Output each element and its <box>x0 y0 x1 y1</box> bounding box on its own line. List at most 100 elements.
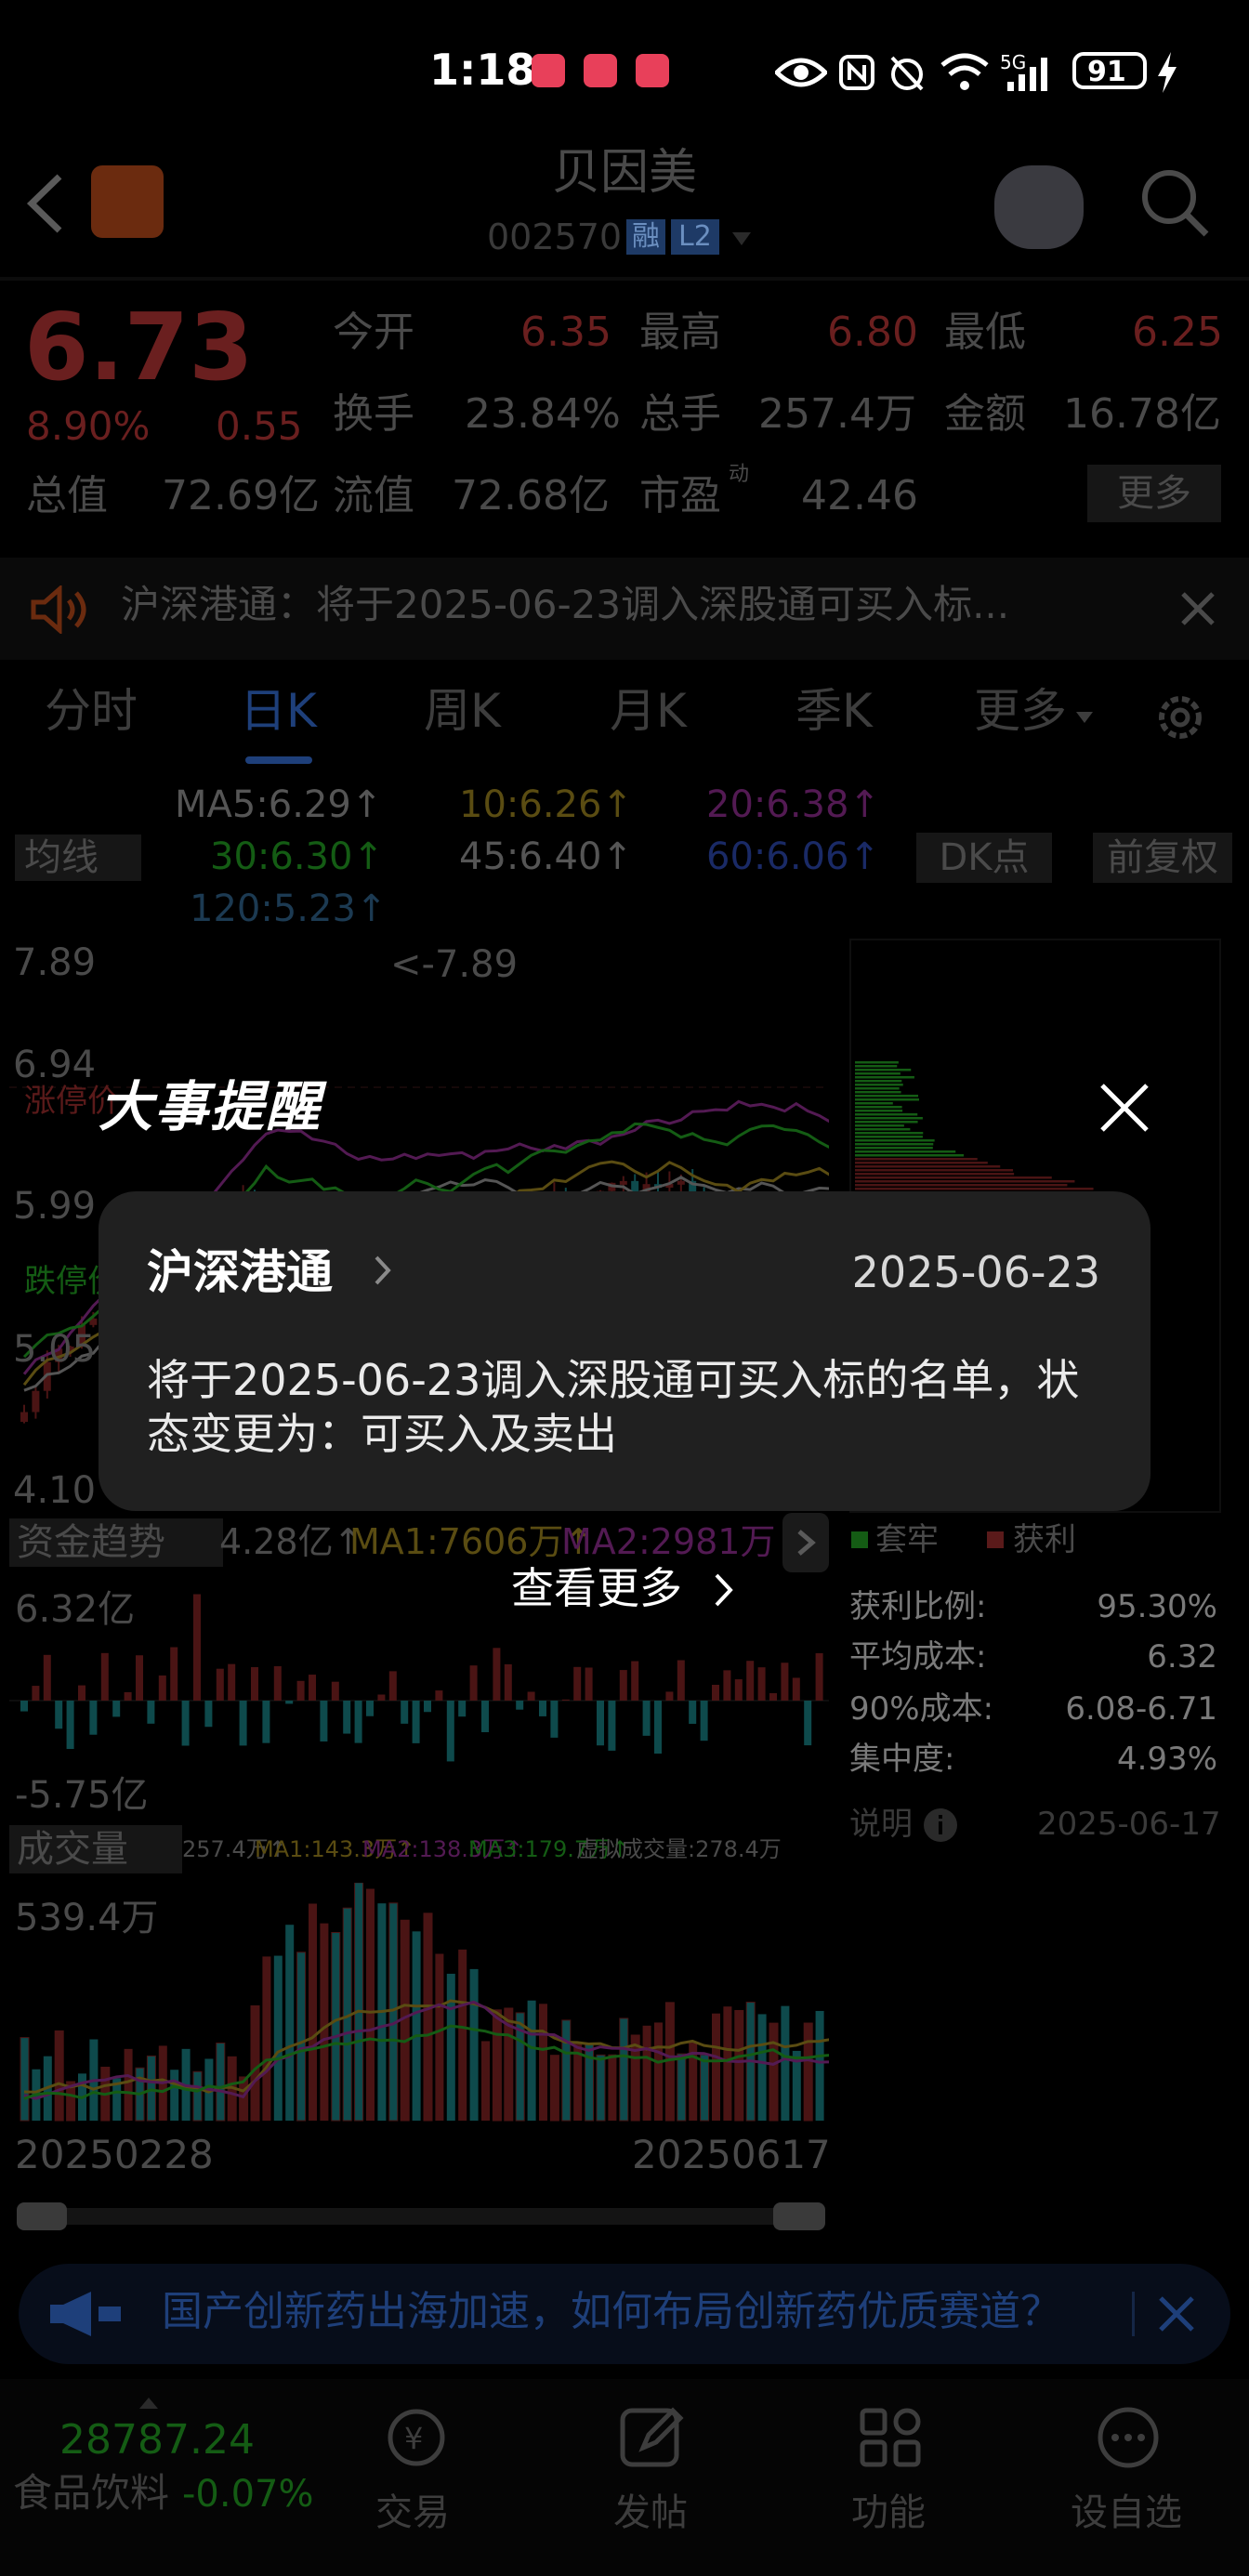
float-label: 流值 <box>333 472 414 519</box>
volume-value: 257.4万 <box>758 390 916 438</box>
ma10-value: 10:6.26↑ <box>459 783 633 826</box>
nav-trade[interactable]: 交易 <box>375 2494 450 2531</box>
nav-watchlist[interactable]: 设自选 <box>1071 2494 1182 2531</box>
volume-bar <box>561 2019 572 2122</box>
chip-row: 获利比例: 95.30% <box>849 1591 1217 1623</box>
fund-bar <box>619 1670 627 1701</box>
chevron-right-icon <box>375 1255 391 1285</box>
pe-value: 42.46 <box>801 472 918 519</box>
chevron-down-icon <box>1076 712 1093 723</box>
high-label: 最高 <box>639 309 721 356</box>
fund-bar <box>193 1594 201 1701</box>
chip-bar <box>855 1162 988 1164</box>
notice-bar[interactable]: 沪深港通：将于2025-06-23调入深股通可买入标... <box>0 558 1249 660</box>
nav-functions[interactable]: 功能 <box>851 2494 926 2531</box>
fund-selector[interactable]: 资金趋势 <box>9 1518 223 1567</box>
tab-weekly[interactable]: 周K <box>424 688 501 734</box>
volume-bar <box>481 2041 490 2121</box>
range-handle-left[interactable] <box>17 2202 67 2230</box>
range-scrollbar[interactable] <box>17 2202 825 2230</box>
tab-daily[interactable]: 日K <box>240 688 317 734</box>
chip-bar <box>855 1136 923 1138</box>
chip-bar <box>855 1180 1075 1183</box>
fuquan-button[interactable]: 前复权 <box>1093 833 1232 883</box>
fund-bar <box>320 1701 328 1741</box>
chip-row-value: 6.08-6.71 <box>1065 1690 1217 1728</box>
chip-note-date: 2025-06-17 <box>1037 1806 1221 1843</box>
eye-icon <box>775 58 827 87</box>
fund-bar <box>43 1654 51 1701</box>
fund-bar <box>642 1701 651 1736</box>
chip-bar <box>855 1084 903 1086</box>
fund-bar <box>550 1701 559 1738</box>
fund-bar <box>216 1668 224 1701</box>
volume-selector[interactable]: 成交量 <box>9 1825 182 1873</box>
chip-bar <box>855 1098 920 1101</box>
more-button[interactable]: 更多 <box>1087 465 1221 522</box>
expand-button[interactable] <box>782 1513 829 1572</box>
card-title[interactable]: 沪深港通 <box>147 1249 333 1295</box>
chip-row-label: 集中度: <box>849 1741 955 1778</box>
ma45-value: 45:6.40↑ <box>459 835 633 878</box>
kline-y-label: 5.99 <box>13 1185 97 1228</box>
info-icon[interactable] <box>922 1807 959 1844</box>
speaker-icon <box>31 585 86 634</box>
chip-row: 平均成本: 6.32 <box>849 1641 1217 1673</box>
volume-chart[interactable]: 539.4万 <box>9 1882 832 2124</box>
volume-bar <box>803 2022 813 2122</box>
nfc-icon <box>839 55 874 90</box>
volume-label: 总手 <box>639 390 721 438</box>
close-icon[interactable] <box>1158 2295 1195 2333</box>
robot-assistant-icon[interactable] <box>994 165 1084 249</box>
chip-bar <box>855 1188 1094 1190</box>
nav-post[interactable]: 发帖 <box>613 2494 688 2531</box>
ma60-value: 60:6.06↑ <box>706 835 880 878</box>
volume-bar <box>469 1968 479 2121</box>
fund-bar <box>89 1701 98 1735</box>
fund-bar <box>78 1685 85 1701</box>
tab-quarterly[interactable]: 季K <box>795 688 873 734</box>
fund-chart[interactable]: 6.32亿 -5.75亿 <box>9 1580 829 1820</box>
volume-bar <box>608 2054 617 2121</box>
chip-bar <box>855 1128 911 1131</box>
chip-bar <box>855 1132 924 1135</box>
ad-banner[interactable]: 国产创新药出海加速，如何布局创新药优质赛道？ <box>19 2264 1230 2364</box>
date-end: 20250617 <box>632 2132 831 2177</box>
chip-bar <box>855 1061 899 1064</box>
tab-monthly[interactable]: 月K <box>610 688 687 734</box>
fund-bar <box>792 1677 800 1701</box>
fund-bar <box>424 1701 431 1713</box>
fund-bar <box>597 1701 604 1746</box>
volume-bar <box>285 1925 295 2121</box>
tab-more[interactable]: 更多 <box>974 688 1067 734</box>
fund-bar <box>181 1701 190 1746</box>
popup-card[interactable]: 沪深港通 2025-06-23 将于2025-06-23调入深股通可买入标的名单… <box>99 1191 1150 1511</box>
fund-bar <box>262 1701 270 1743</box>
index-value[interactable]: 28787.24 <box>59 2420 255 2461</box>
chip-bar <box>855 1106 902 1109</box>
volume-virtual: 虚拟成交量:278.4万 <box>576 1836 782 1862</box>
dk-button[interactable]: DK点 <box>916 833 1052 883</box>
battery-level: 91 <box>1087 56 1126 88</box>
chip-row-value: 95.30% <box>1097 1588 1217 1625</box>
volume-bar <box>54 2030 64 2122</box>
gear-icon[interactable] <box>1150 688 1210 747</box>
tab-fenshi[interactable]: 分时 <box>45 688 138 734</box>
volume-bar <box>273 1955 283 2121</box>
search-icon[interactable] <box>1139 167 1210 238</box>
range-handle-right[interactable] <box>773 2202 825 2230</box>
volume-bar <box>712 2013 720 2121</box>
ma5-value: MA5:6.29↑ <box>175 783 383 826</box>
index-name[interactable]: 食品饮料 <box>13 2474 169 2513</box>
volume-bar <box>723 2006 732 2121</box>
close-icon[interactable] <box>1180 591 1216 626</box>
volume-bar <box>549 2055 559 2122</box>
volume-y-top: 539.4万 <box>15 1897 159 1939</box>
volume-bar <box>124 2048 133 2121</box>
volume-bar <box>769 2022 779 2122</box>
chip-note-label[interactable]: 说明 <box>849 1808 913 1840</box>
close-icon[interactable] <box>1098 1082 1150 1134</box>
ma-selector[interactable]: 均线 <box>15 835 141 881</box>
volume-bar <box>654 2022 663 2121</box>
fund-bar <box>239 1701 247 1746</box>
